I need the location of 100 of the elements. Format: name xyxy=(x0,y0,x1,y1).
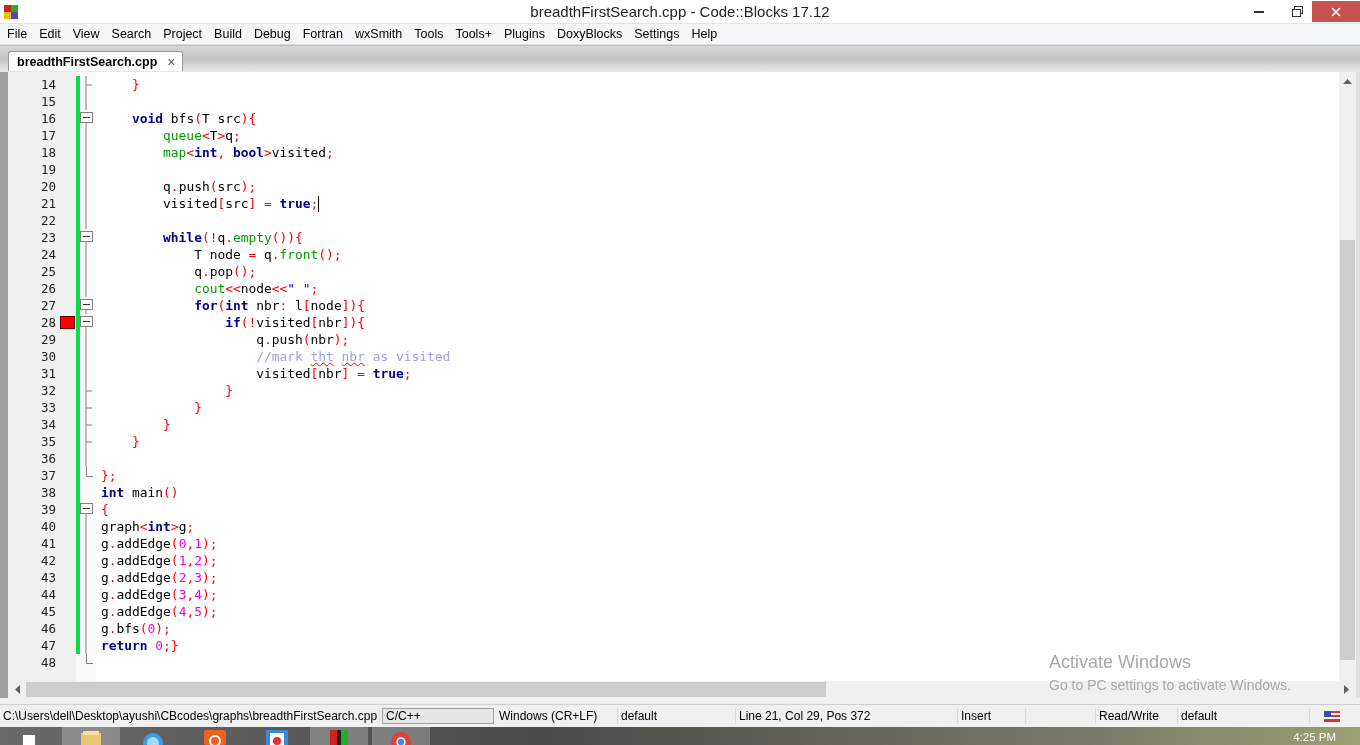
menu-item[interactable]: Project xyxy=(157,27,209,41)
line-number: 45 xyxy=(39,604,56,619)
code-line: } xyxy=(131,76,140,93)
line-number: 43 xyxy=(39,570,56,585)
fold-toggle-icon[interactable] xyxy=(80,229,93,246)
line-number: 40 xyxy=(39,519,56,534)
line-number: 20 xyxy=(39,179,56,194)
menu-item[interactable]: Settings xyxy=(628,27,686,41)
minimize-icon xyxy=(1254,10,1264,13)
line-number: 37 xyxy=(39,468,56,483)
code-line: g.addEdge(4,5); xyxy=(101,603,218,620)
app-logo-icon xyxy=(3,3,19,20)
code-line: { xyxy=(101,501,109,518)
status-text: Line 21, Col 29, Pos 372 xyxy=(739,709,871,723)
tab-close-button[interactable]: × xyxy=(167,53,176,70)
code-line: return 0;} xyxy=(101,637,179,654)
menu-item[interactable]: Search xyxy=(105,27,158,41)
code-line: }; xyxy=(101,467,117,484)
scroll-up-icon[interactable] xyxy=(1343,78,1352,84)
line-number: 47 xyxy=(39,638,56,653)
line-number: 23 xyxy=(39,230,56,245)
breakpoint-marker[interactable] xyxy=(60,316,75,329)
line-number: 27 xyxy=(39,298,56,313)
code-line: for(int nbr: l[node]){ xyxy=(193,297,365,314)
scroll-right-icon[interactable] xyxy=(1344,685,1350,694)
line-number: 39 xyxy=(39,502,56,517)
line-number: 32 xyxy=(39,383,56,398)
code-line: while(!q.empty()){ xyxy=(162,229,303,246)
code-line: q.push(nbr); xyxy=(255,331,350,348)
menu-item[interactable]: Tools xyxy=(408,27,450,41)
menu-item[interactable]: Help xyxy=(685,27,724,41)
scrollbar-thumb[interactable] xyxy=(1340,240,1355,660)
menu-item[interactable]: Fortran xyxy=(296,27,350,41)
code-line: visited[nbr] = true; xyxy=(255,365,412,382)
line-number: 30 xyxy=(39,349,56,364)
line-number: 46 xyxy=(39,621,56,636)
code-line: cout<<node<<" "; xyxy=(193,280,319,297)
status-text: Insert xyxy=(961,709,991,723)
scrollbar-thumb[interactable] xyxy=(26,682,826,697)
fold-toggle-icon[interactable] xyxy=(80,297,93,314)
menu-item[interactable]: Build xyxy=(208,27,248,41)
status-text: C:\Users\dell\Desktop\ayushi\CBcodes\graphs\breadthFirstSearch.cpp xyxy=(3,709,378,723)
code-line: map<int, bool>visited; xyxy=(162,144,334,161)
status-text: default xyxy=(1181,709,1218,723)
menu-item[interactable]: Edit xyxy=(33,27,67,41)
fold-toggle-icon[interactable] xyxy=(80,110,93,127)
app-icon[interactable] xyxy=(203,727,227,745)
menu-item[interactable]: Tools+ xyxy=(449,27,498,41)
code-line: //mark tht nbr as visited xyxy=(255,348,451,365)
code-line: T node = q.front(); xyxy=(193,246,342,263)
menu-item[interactable]: DoxyBlocks xyxy=(550,27,629,41)
language-field: C/C++ xyxy=(382,708,494,724)
line-number: 29 xyxy=(39,332,56,347)
menu-item[interactable]: Debug xyxy=(247,27,297,41)
line-number: 41 xyxy=(39,536,56,551)
line-number: 42 xyxy=(39,553,56,568)
activation-title: Activate Windows xyxy=(1049,652,1193,673)
code-line: } xyxy=(131,433,140,450)
film-icon[interactable] xyxy=(265,727,289,745)
tab-label: breadthFirstSearch.cpp xyxy=(17,54,158,69)
code-line: visited[src] = true; xyxy=(162,195,319,212)
code-line: } xyxy=(193,399,202,416)
code-line: g.addEdge(0,1); xyxy=(101,535,218,552)
code-line: } xyxy=(162,416,171,433)
code-line: queue<T>q; xyxy=(162,127,241,144)
menu-item[interactable]: File xyxy=(1,27,34,41)
line-number: 16 xyxy=(39,111,56,126)
fold-toggle-icon[interactable] xyxy=(80,501,93,518)
flag-icon[interactable] xyxy=(1323,710,1340,722)
code-line: void bfs(T src){ xyxy=(131,110,257,127)
code-line: } xyxy=(224,382,233,399)
line-number: 35 xyxy=(39,434,56,449)
line-number: 14 xyxy=(39,77,56,92)
activation-message: Go to PC settings to activate Windows. xyxy=(1049,677,1291,693)
code-line: g.bfs(0); xyxy=(101,620,171,637)
blocks-icon[interactable] xyxy=(327,727,351,745)
line-number: 19 xyxy=(39,162,56,177)
line-number: 33 xyxy=(39,400,56,415)
code-line: int main() xyxy=(101,484,179,501)
line-number: 15 xyxy=(39,94,56,109)
line-number: 44 xyxy=(39,587,56,602)
line-number: 26 xyxy=(39,281,56,296)
line-number: 48 xyxy=(39,655,56,670)
code-line: graph<int>g; xyxy=(101,518,195,535)
scroll-left-icon[interactable] xyxy=(14,685,20,694)
line-number: 22 xyxy=(39,213,56,228)
line-number: 17 xyxy=(39,128,56,143)
status-text: Read/Write xyxy=(1099,709,1159,723)
line-number: 36 xyxy=(39,451,56,466)
line-number: 31 xyxy=(39,366,56,381)
code-line: g.addEdge(3,4); xyxy=(101,586,218,603)
menu-item[interactable]: View xyxy=(66,27,106,41)
menu-item[interactable]: wxSmith xyxy=(349,27,409,41)
line-number: 18 xyxy=(39,145,56,160)
fold-toggle-icon[interactable] xyxy=(80,314,93,331)
menu-item[interactable]: Plugins xyxy=(497,27,551,41)
file-tab[interactable]: breadthFirstSearch.cpp × xyxy=(8,51,183,71)
line-number: 21 xyxy=(39,196,56,211)
code-line: q.push(src); xyxy=(162,178,257,195)
line-number: 34 xyxy=(39,417,56,432)
